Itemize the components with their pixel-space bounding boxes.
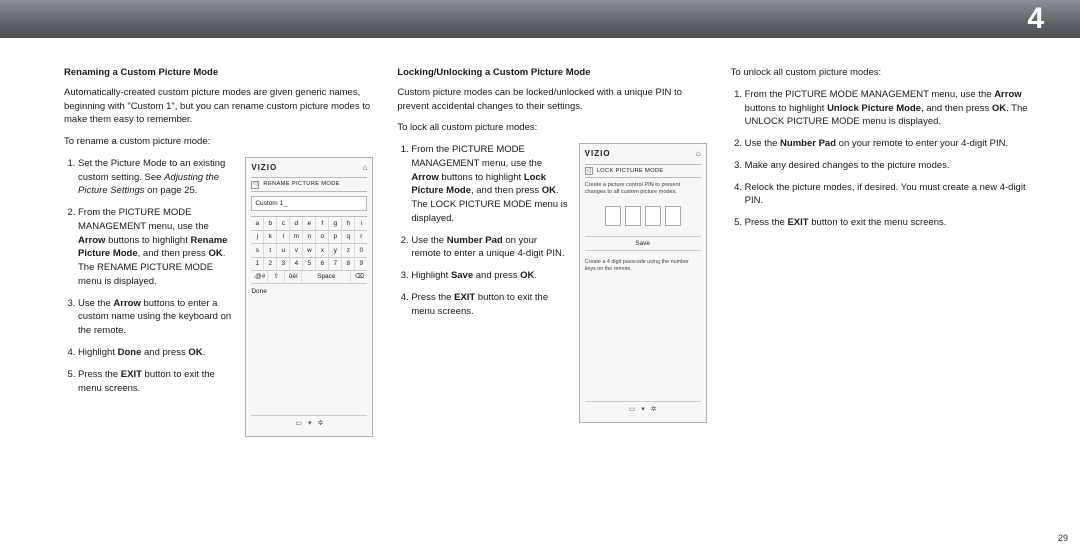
steps-rename: Set the Picture Mode to an existing cust… [64,157,235,395]
rename-step-4: Highlight Done and press OK. [78,346,235,360]
wide-icon: ▭ [295,419,302,429]
steps-unlock: From the PICTURE MODE MANAGEMENT menu, u… [731,88,1040,230]
done-row: Done [251,284,367,299]
page-body: Renaming a Custom Picture Mode Automatic… [64,66,1040,531]
lock-step-3: Highlight Save and press OK. [411,269,568,283]
chapter-number: 4 [1027,2,1044,36]
rename-step-2: From the PICTURE MODE MANAGEMENT menu, u… [78,206,235,289]
unlock-step-4: Relock the picture modes, if desired. Yo… [745,181,1040,209]
screen-title: LOCK PICTURE MODE [597,167,664,175]
home-icon: ⌂ [696,148,701,160]
rename-step-3: Use the Arrow buttons to enter a custom … [78,297,235,338]
column-unlock: To unlock all custom picture modes: From… [731,66,1040,437]
lock-description: Create a picture control PIN to prevent … [585,182,701,196]
onscreen-keyboard: abcdefghi jklmnopqr stuvwxyz0 123456789 … [251,216,367,284]
chevron-down-icon: ▾ [641,405,645,415]
brand-label: VIZIO [585,148,611,160]
space-key: Space [302,271,351,283]
home-icon: ⌂ [362,162,367,174]
column-rename: Renaming a Custom Picture Mode Automatic… [64,66,373,437]
lock-step-4: Press the EXIT button to exit the menu s… [411,291,568,319]
lead-unlock: To unlock all custom picture modes: [731,66,1040,80]
unlock-step-3: Make any desired changes to the picture … [745,159,1040,173]
lead-rename: To rename a custom picture mode: [64,135,373,149]
gear-icon: ✲ [651,405,657,415]
column-lock: Locking/Unlocking a Custom Picture Mode … [397,66,706,437]
lock-screen: VIZIO ⌂ ◁ LOCK PICTURE MODE Create a pic… [579,143,707,423]
pin-boxes [585,206,701,226]
custom-name-input: Custom 1_ [251,196,367,211]
shift-icon: ⇧ [268,271,285,283]
rename-step-1: Set the Picture Mode to an existing cust… [78,157,235,198]
save-row: Save [585,236,701,251]
page-number: 29 [1058,533,1068,543]
lead-lock: To lock all custom picture modes: [397,121,706,135]
gear-icon: ✲ [317,419,323,429]
chevron-down-icon: ▾ [308,419,312,429]
rename-step-5: Press the EXIT button to exit the menu s… [78,368,235,396]
back-icon: ◁ [585,167,593,175]
brand-label: VIZIO [251,162,277,174]
wide-icon: ▭ [629,405,636,415]
intro-lock: Custom picture modes can be locked/unloc… [397,86,706,114]
back-icon: ◁ [251,181,259,189]
lock-step-2: Use the Number Pad on your remote to ent… [411,234,568,262]
shift-key: .@# [251,271,268,283]
intro-rename: Automatically-created custom picture mod… [64,86,373,127]
lock-step-1: From the PICTURE MODE MANAGEMENT menu, u… [411,143,568,226]
heading-rename: Renaming a Custom Picture Mode [64,66,373,80]
delete-icon: ⌫ [351,271,367,283]
lock-footnote: Create a 4 digit passcode using the numb… [585,259,701,273]
unlock-step-5: Press the EXIT button to exit the menu s… [745,216,1040,230]
steps-lock: From the PICTURE MODE MANAGEMENT menu, u… [397,143,568,318]
heading-lock: Locking/Unlocking a Custom Picture Mode [397,66,706,80]
rename-screen: VIZIO ⌂ ◁ RENAME PICTURE MODE Custom 1_ … [245,157,373,437]
accent-key: ôèí [285,271,302,283]
top-bar: 4 [0,0,1080,38]
unlock-step-2: Use the Number Pad on your remote to ent… [745,137,1040,151]
screen-title: RENAME PICTURE MODE [263,180,340,188]
unlock-step-1: From the PICTURE MODE MANAGEMENT menu, u… [745,88,1040,129]
